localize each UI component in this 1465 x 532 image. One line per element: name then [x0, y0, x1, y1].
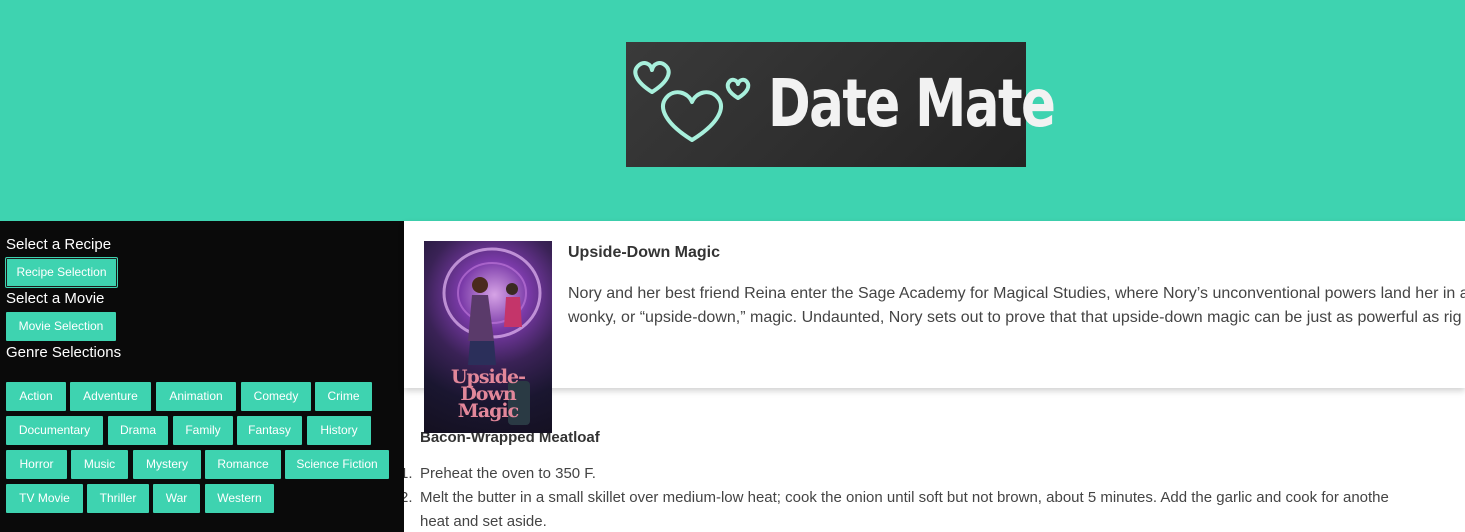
recipe-step: 1. Preheat the oven to 350 F.: [404, 462, 1465, 486]
movie-poster: Upside-Down Magic: [424, 241, 552, 433]
genre-button-science-fiction[interactable]: Science Fiction: [285, 450, 389, 479]
recipe-selection-button[interactable]: Recipe Selection: [6, 258, 117, 287]
recipe-step: heat and set aside.: [404, 510, 1465, 532]
header-banner: Date Mate: [0, 0, 1465, 221]
poster-title: Upside-Down Magic: [450, 366, 526, 422]
genre-button-animation[interactable]: Animation: [156, 382, 236, 411]
genre-button-history[interactable]: History: [307, 416, 371, 445]
genre-button-western[interactable]: Western: [205, 484, 274, 513]
genre-button-horror[interactable]: Horror: [6, 450, 67, 479]
genre-button-mystery[interactable]: Mystery: [133, 450, 201, 479]
genre-button-romance[interactable]: Romance: [205, 450, 281, 479]
movie-section-label: Select a Movie: [6, 290, 105, 307]
recipe-step-text: Melt the butter in a small skillet over …: [420, 489, 1389, 506]
recipe-step-number: 2.: [404, 489, 413, 506]
recipe-step-number: 1.: [404, 465, 413, 482]
movie-description: Nory and her best friend Reina enter the…: [568, 282, 1465, 330]
logo-title: Date Mate: [768, 65, 1056, 142]
recipe-steps-list: 1. Preheat the oven to 350 F. 2. Melt th…: [404, 462, 1465, 532]
movie-title: Upside-Down Magic: [568, 244, 721, 261]
genre-button-crime[interactable]: Crime: [315, 382, 372, 411]
genre-button-adventure[interactable]: Adventure: [70, 382, 151, 411]
movie-description-line: Nory and her best friend Reina enter the…: [568, 285, 1465, 302]
genre-button-war[interactable]: War: [153, 484, 200, 513]
genre-button-music[interactable]: Music: [71, 450, 128, 479]
genre-button-drama[interactable]: Drama: [108, 416, 168, 445]
genre-section-label: Genre Selections: [6, 344, 122, 361]
recipe-step: 2. Melt the butter in a small skillet ov…: [404, 486, 1465, 510]
movie-selection-button[interactable]: Movie Selection: [6, 312, 116, 341]
genre-button-thriller[interactable]: Thriller: [87, 484, 149, 513]
genre-button-comedy[interactable]: Comedy: [241, 382, 311, 411]
recipe-section-label: Select a Recipe: [6, 236, 112, 253]
recipe-step-text: Preheat the oven to 350 F.: [420, 465, 596, 482]
genre-button-action[interactable]: Action: [6, 382, 66, 411]
recipe-step-text: heat and set aside.: [420, 513, 547, 530]
genre-button-documentary[interactable]: Documentary: [6, 416, 103, 445]
movie-description-line: wonky, or “upside-down,” magic. Undaunte…: [568, 309, 1462, 326]
genre-button-fantasy[interactable]: Fantasy: [237, 416, 302, 445]
genre-button-tv-movie[interactable]: TV Movie: [6, 484, 83, 513]
genre-button-family[interactable]: Family: [173, 416, 233, 445]
